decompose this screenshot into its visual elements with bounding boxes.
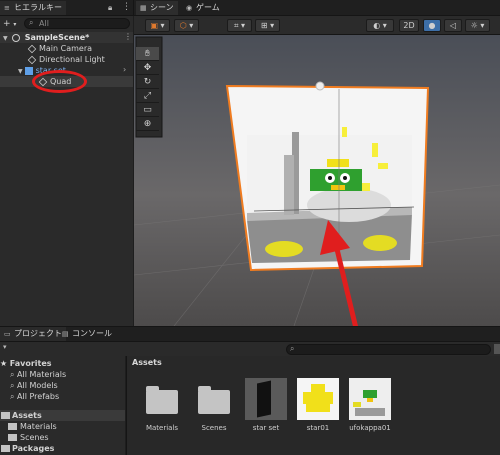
search-icon: ⌕	[290, 344, 295, 353]
grid-snap-icon: ⌗	[233, 21, 239, 30]
create-dropdown-icon[interactable]: ▾	[3, 343, 7, 351]
packages-tree-item[interactable]: Packages	[0, 443, 54, 454]
gameobject-icon	[27, 55, 37, 64]
rotate-tool-icon[interactable]: ↻	[136, 75, 159, 89]
tab-console-label: コンソール	[72, 329, 112, 338]
favorite-item[interactable]: ⌕ All Materials	[10, 369, 66, 380]
folder-tree-label: Scenes	[20, 433, 49, 442]
assets-tree-label: Assets	[12, 411, 42, 420]
rect-tool-icon[interactable]: ▭	[136, 103, 159, 117]
cube-icon: ⬡	[179, 21, 187, 30]
asset-label: ufokappa01	[349, 424, 391, 432]
tab-console[interactable]: ▤ コンソール	[58, 327, 116, 341]
filter-icon[interactable]	[494, 344, 500, 354]
draw-mode-dropdown[interactable]: ▣ ▾	[145, 19, 170, 32]
scene-row[interactable]: ▼ SampleScene*	[0, 32, 133, 43]
asset-label: Materials	[145, 424, 179, 432]
snap-increment-dropdown[interactable]: ⊞ ▾	[255, 19, 280, 32]
more-menu-icon[interactable]: ⋮	[122, 2, 131, 12]
effects-icon: ☼	[470, 21, 478, 30]
favorites-label: Favorites	[9, 359, 52, 368]
render-mode-dropdown[interactable]: ◐ ▾	[366, 19, 394, 32]
asset-folder-icon[interactable]	[146, 386, 178, 414]
favorite-item[interactable]: ⌕ All Models	[10, 380, 58, 391]
assets-tree-item[interactable]: Assets	[0, 410, 125, 421]
asset-label: star set	[252, 424, 280, 432]
scale-tool-icon[interactable]: ⤢	[136, 89, 159, 103]
asset-breadcrumb[interactable]: Assets	[132, 358, 162, 367]
folder-icon	[1, 445, 10, 452]
transform-tool-icon[interactable]: ⊕	[136, 117, 159, 131]
favorites-header[interactable]: ★ Favorites	[0, 358, 52, 369]
sphere-icon: ◐	[373, 21, 381, 30]
search-icon: ⌕	[10, 381, 15, 390]
tab-hierarchy[interactable]: ≡ ヒエラルキー	[0, 1, 66, 15]
move-tool-icon[interactable]: ✥	[136, 61, 159, 75]
tab-project-label: プロジェクト	[14, 329, 62, 338]
asset-label: Scenes	[201, 424, 227, 432]
annotation-circle	[32, 70, 87, 93]
hierarchy-item-main-camera[interactable]: Main Camera	[27, 43, 93, 54]
favorite-label: All Prefabs	[17, 392, 60, 401]
prefab-thumbnail[interactable]	[245, 378, 287, 420]
chevron-right-icon[interactable]: ›	[123, 65, 126, 74]
gamepad-icon: ◉	[186, 4, 193, 12]
tab-hierarchy-label: ヒエラルキー	[14, 3, 62, 12]
item-label: Directional Light	[39, 55, 105, 64]
item-label: Main Camera	[39, 44, 93, 53]
speaker-icon: ◁	[449, 21, 457, 30]
draw-mode-icon: ▣	[150, 21, 158, 30]
packages-tree-label: Packages	[12, 444, 55, 453]
folder-icon	[1, 412, 10, 419]
tab-project[interactable]: ▭ プロジェクト	[0, 327, 66, 341]
search-input: All	[39, 19, 49, 28]
lock-icon[interactable]: 🔒︎	[108, 3, 115, 12]
grid-snap-dropdown[interactable]: ⌗ ▾	[227, 19, 252, 32]
tab-scene[interactable]: ▦ シーン	[136, 1, 178, 15]
project-search-field[interactable]: ⌕	[286, 344, 491, 355]
lighting-toggle[interactable]: ●	[423, 19, 441, 32]
folder-tree-item[interactable]: Materials	[8, 421, 57, 432]
hierarchy-item-directional-light[interactable]: Directional Light	[27, 54, 105, 65]
grid-icon: ▦	[140, 4, 147, 12]
effects-dropdown[interactable]: ☼ ▾	[465, 19, 490, 32]
toggle-2d-button[interactable]: 2D	[399, 19, 419, 32]
expand-arrow-icon: ▼	[3, 35, 8, 42]
audio-toggle[interactable]: ◁	[444, 19, 462, 32]
tab-game-label: ゲーム	[196, 3, 220, 12]
folder-tree-item[interactable]: Scenes	[8, 432, 49, 443]
favorite-label: All Materials	[17, 370, 67, 379]
scene-name: SampleScene*	[24, 33, 90, 42]
favorite-label: All Models	[17, 381, 58, 390]
asset-label: star01	[306, 424, 330, 432]
prefab-cube-icon	[24, 66, 33, 75]
tab-game[interactable]: ◉ ゲーム	[182, 1, 224, 15]
gizmo-cube-dropdown[interactable]: ⬡ ▾	[174, 19, 199, 32]
gameobject-icon	[27, 44, 37, 53]
star-icon: ★	[0, 359, 8, 368]
folder-icon	[8, 434, 17, 441]
console-icon: ▤	[62, 330, 69, 338]
expand-arrow-icon: ▼	[18, 68, 23, 75]
search-field[interactable]: ⌕ All	[24, 18, 130, 29]
hand-tool-icon[interactable]: ✋︎	[136, 47, 159, 61]
texture-thumbnail[interactable]	[349, 378, 391, 420]
scene-menu-icon[interactable]: ⋮	[124, 32, 132, 41]
favorite-item[interactable]: ⌕ All Prefabs	[10, 391, 59, 402]
lightbulb-icon: ●	[428, 21, 436, 30]
snap-icon: ⊞	[260, 21, 268, 30]
folder-icon	[8, 423, 17, 430]
search-icon: ⌕	[10, 392, 15, 401]
search-icon: ⌕	[29, 18, 34, 27]
unity-scene-icon	[12, 33, 21, 42]
asset-folder-icon[interactable]	[198, 386, 230, 414]
list-icon: ≡	[4, 4, 10, 12]
light-gizmo-icon	[315, 81, 325, 91]
search-icon: ⌕	[10, 370, 15, 379]
folder-icon: ▭	[4, 330, 11, 338]
add-button[interactable]: + ▾	[3, 19, 21, 29]
folder-tree-label: Materials	[20, 422, 57, 431]
texture-thumbnail[interactable]	[297, 378, 339, 420]
tab-scene-label: シーン	[150, 3, 174, 12]
